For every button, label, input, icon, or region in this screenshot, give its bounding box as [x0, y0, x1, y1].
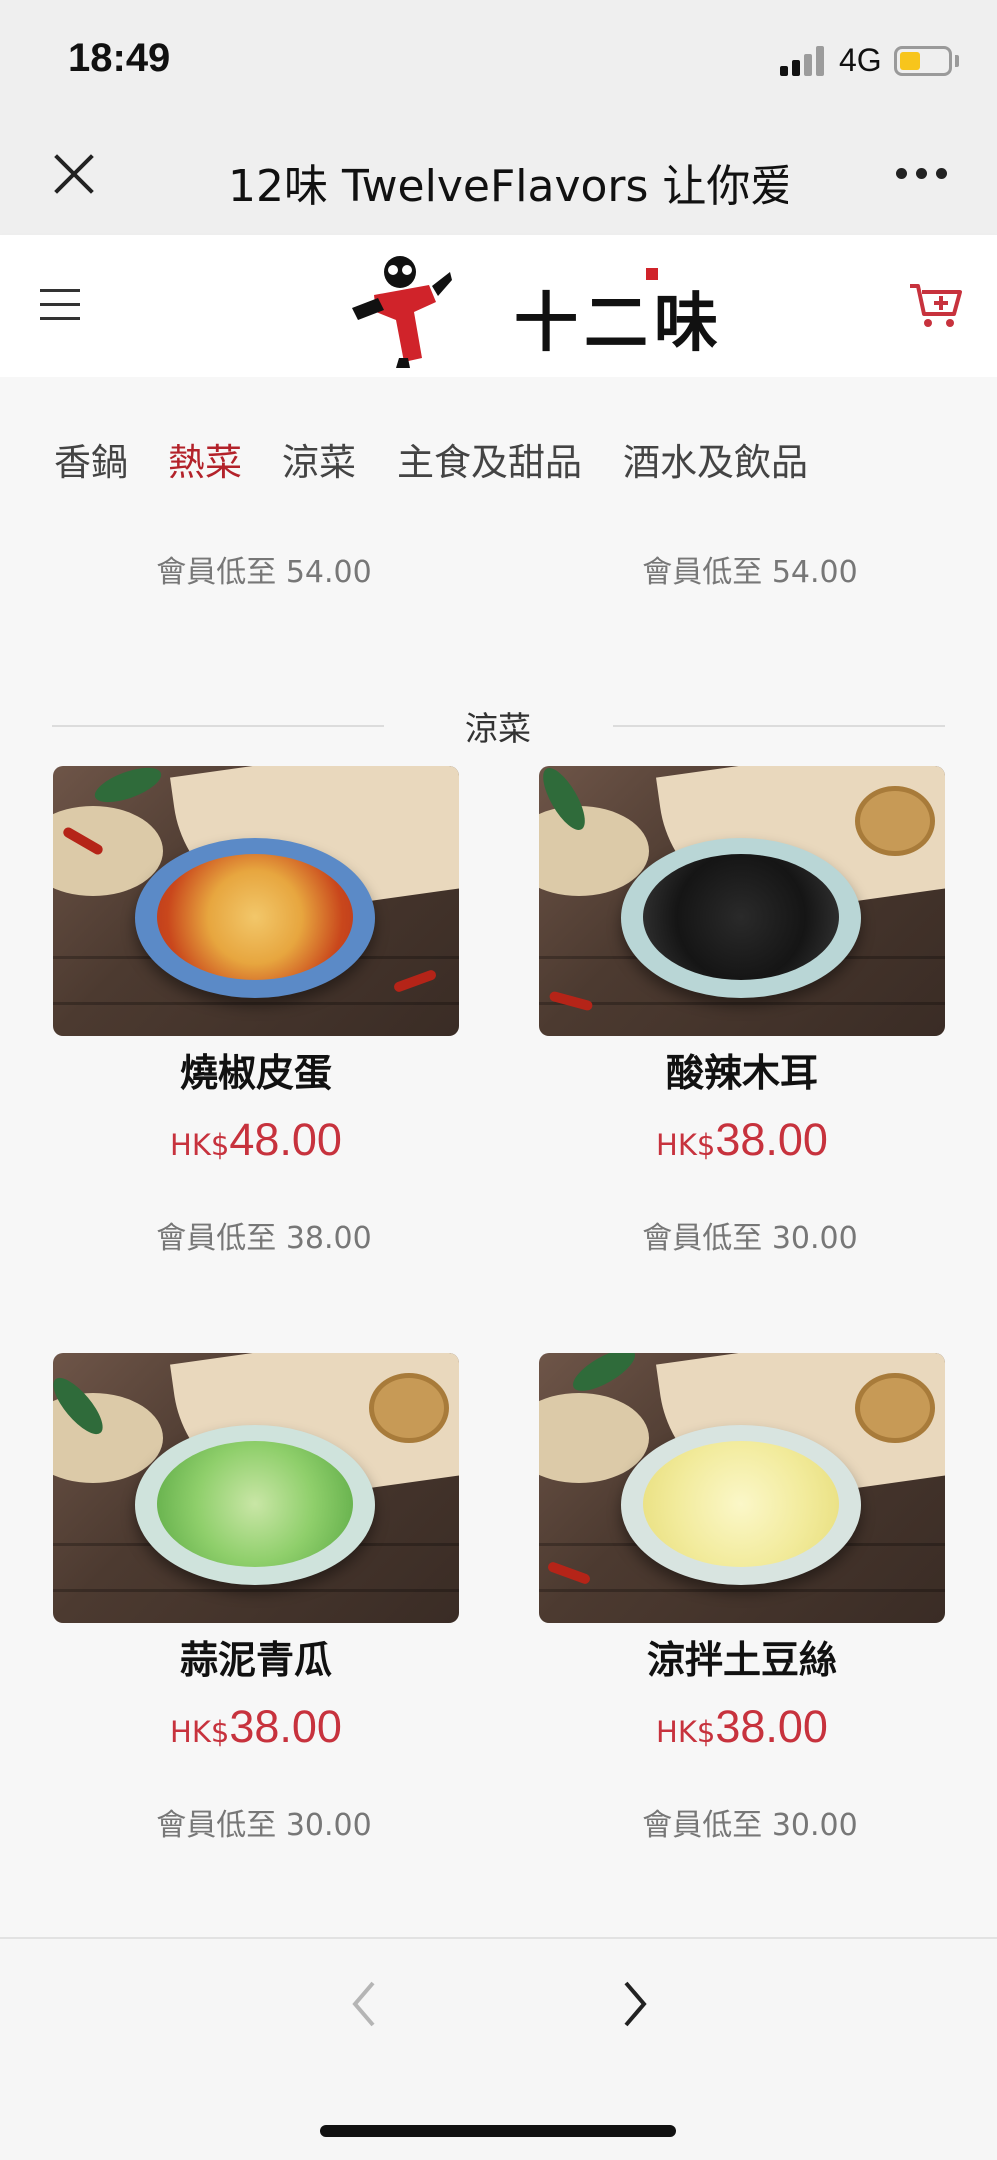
battery-tip: [955, 55, 959, 67]
price-amount: 38.00: [715, 1701, 828, 1752]
tab-hot-pot[interactable]: 香鍋: [54, 432, 128, 486]
product-price: HK$38.00: [539, 1114, 945, 1166]
brand-logo[interactable]: 十二味: [344, 250, 769, 368]
tab-cold-dishes[interactable]: 涼菜: [282, 432, 356, 486]
member-price: 會員低至 54.00: [156, 555, 372, 590]
status-time: 18:49: [68, 36, 171, 80]
section-divider: [52, 725, 384, 727]
cart-icon[interactable]: [908, 280, 964, 330]
logo-text: 十二味: [514, 286, 724, 361]
currency-label: HK$: [656, 1128, 716, 1162]
product-name[interactable]: 蒜泥青瓜: [53, 1629, 459, 1684]
chevron-left-icon[interactable]: [345, 1979, 385, 2029]
battery-icon: [894, 46, 952, 76]
logo-seal: [646, 268, 658, 280]
product-image[interactable]: [53, 1353, 459, 1623]
section-title: 涼菜: [465, 709, 531, 748]
product-image[interactable]: [539, 766, 945, 1036]
member-price: 會員低至 30.00: [156, 1808, 372, 1843]
home-indicator[interactable]: [320, 2125, 676, 2137]
tab-hot-dishes[interactable]: 熱菜: [168, 432, 242, 486]
product-price: HK$38.00: [53, 1701, 459, 1753]
member-price: 會員低至 30.00: [642, 1808, 858, 1843]
chevron-right-icon[interactable]: [614, 1979, 654, 2029]
member-price: 會員低至 30.00: [642, 1221, 858, 1256]
hamburger-icon[interactable]: [40, 289, 80, 321]
product-image[interactable]: [539, 1353, 945, 1623]
member-price: 會員低至 54.00: [642, 555, 858, 590]
panda-mascot-icon: [352, 256, 452, 368]
price-amount: 38.00: [715, 1114, 828, 1165]
product-name[interactable]: 燒椒皮蛋: [53, 1042, 459, 1097]
section-divider: [613, 725, 945, 727]
page-title: 12味 TwelveFlavors 让你爱: [228, 161, 788, 212]
close-icon[interactable]: [52, 152, 96, 196]
tab-staples-desserts[interactable]: 主食及甜品: [397, 432, 582, 486]
more-icon[interactable]: [896, 168, 948, 182]
tab-drinks[interactable]: 酒水及飲品: [623, 432, 808, 486]
price-amount: 48.00: [229, 1114, 342, 1165]
price-amount: 38.00: [229, 1701, 342, 1752]
product-price: HK$38.00: [539, 1701, 945, 1753]
member-price: 會員低至 38.00: [156, 1221, 372, 1256]
signal-icon: [780, 44, 828, 76]
network-label: 4G: [839, 42, 882, 78]
product-name[interactable]: 酸辣木耳: [539, 1042, 945, 1097]
product-name[interactable]: 涼拌土豆絲: [539, 1629, 945, 1684]
product-image[interactable]: [53, 766, 459, 1036]
currency-label: HK$: [170, 1128, 230, 1162]
currency-label: HK$: [656, 1715, 716, 1749]
product-price: HK$48.00: [53, 1114, 459, 1166]
currency-label: HK$: [170, 1715, 230, 1749]
